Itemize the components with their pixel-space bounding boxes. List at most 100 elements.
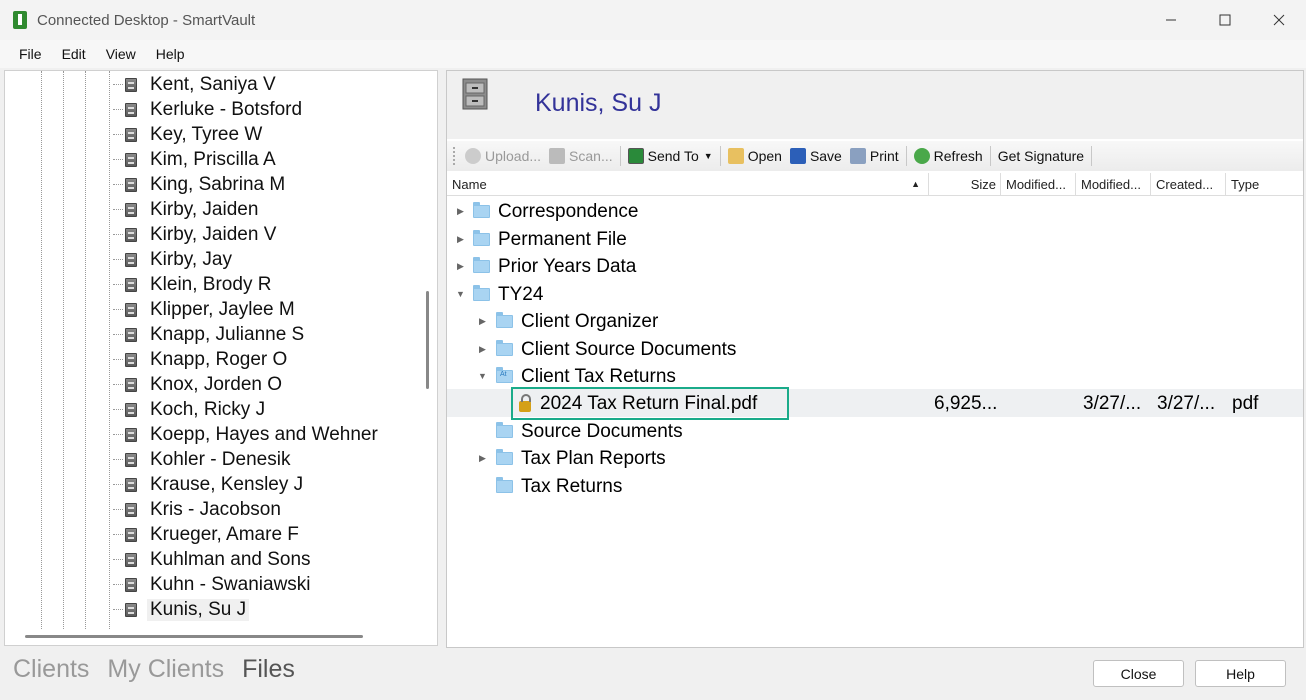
folder-row[interactable]: Correspondence [473, 198, 638, 225]
tree-connector [113, 484, 123, 485]
folder-row[interactable]: Client Source Documents [496, 336, 736, 363]
tree-item-client[interactable]: Krause, Kensley J [113, 472, 306, 497]
open-button[interactable]: Open [724, 148, 786, 164]
get-signature-button[interactable]: Get Signature [994, 148, 1088, 164]
file-cabinet-icon [125, 127, 137, 142]
tree-connector [113, 609, 123, 610]
window-title: Connected Desktop - SmartVault [37, 11, 256, 29]
tree-item-client[interactable]: Koch, Ricky J [113, 397, 268, 422]
tab-clients[interactable]: Clients [13, 655, 89, 684]
get-signature-label: Get Signature [997, 148, 1085, 164]
tree-item-client[interactable]: Key, Tyree W [113, 122, 265, 147]
collapse-icon[interactable]: ▼ [478, 371, 487, 381]
print-button[interactable]: Print [846, 148, 903, 164]
expand-icon[interactable]: ▶ [457, 261, 464, 272]
tree-item-client[interactable]: King, Sabrina M [113, 172, 288, 197]
tree-item-client[interactable]: Kris - Jacobson [113, 497, 284, 522]
folder-row[interactable]: Permanent File [473, 226, 627, 253]
folder-row[interactable]: Prior Years Data [473, 253, 636, 280]
tree-item-client[interactable]: Koepp, Hayes and Wehner [113, 422, 381, 447]
client-name-title: Kunis, Su J [535, 89, 662, 117]
tree-item-label: King, Sabrina M [150, 173, 286, 195]
folder-icon [473, 285, 490, 301]
column-type[interactable]: Type [1226, 173, 1303, 196]
tree-item-client[interactable]: Kim, Priscilla A [113, 147, 279, 172]
tree-item-client[interactable]: Klein, Brody R [113, 272, 274, 297]
tree-item-client[interactable]: Kirby, Jaiden [113, 197, 261, 222]
save-button[interactable]: Save [786, 148, 846, 164]
help-button[interactable]: Help [1195, 660, 1286, 687]
tree-item-client[interactable]: Knapp, Roger O [113, 347, 290, 372]
tree-item-label: Knapp, Julianne S [150, 323, 305, 345]
tree-item-client[interactable]: Kerluke - Botsford [113, 97, 305, 122]
expand-icon[interactable]: ▶ [457, 206, 464, 217]
tree-item-client[interactable]: Kent, Saniya V [113, 72, 279, 97]
tree-item-client[interactable]: Knapp, Julianne S [113, 322, 307, 347]
tree-guide-line [63, 71, 64, 631]
folder-row[interactable]: Client Organizer [496, 308, 658, 335]
expand-icon[interactable]: ▶ [479, 316, 486, 327]
file-cabinet-icon [125, 402, 137, 417]
save-label: Save [809, 148, 842, 164]
menu-file[interactable]: File [10, 46, 51, 62]
menu-view[interactable]: View [97, 46, 145, 62]
scan-button[interactable]: Scan... [545, 148, 617, 164]
column-created[interactable]: Created... [1151, 173, 1226, 196]
tree-vertical-scrollbar[interactable] [426, 291, 429, 389]
column-modified-2[interactable]: Modified... [1076, 173, 1151, 196]
folder-row[interactable]: Client Tax Returns [496, 363, 676, 390]
folder-icon [496, 422, 513, 438]
column-size[interactable]: Size [929, 173, 1001, 196]
close-button[interactable]: Close [1093, 660, 1184, 687]
menu-edit[interactable]: Edit [53, 46, 95, 62]
tree-item-label: Krueger, Amare F [150, 523, 299, 545]
tree-item-client[interactable]: Kohler - Denesik [113, 447, 293, 472]
tree-connector [113, 334, 123, 335]
file-cabinet-icon [125, 327, 137, 342]
folder-label: Permanent File [498, 228, 627, 250]
file-row-pdf[interactable]: 2024 Tax Return Final.pdf [519, 390, 757, 417]
collapse-icon[interactable]: ▼ [456, 289, 465, 299]
folder-row[interactable]: Source Documents [496, 418, 683, 445]
expand-icon[interactable]: ▶ [479, 453, 486, 464]
tab-files[interactable]: Files [242, 655, 295, 684]
tab-my-clients[interactable]: My Clients [107, 655, 224, 684]
tree-item-client[interactable]: Klipper, Jaylee M [113, 297, 298, 322]
close-window-button[interactable] [1252, 0, 1306, 40]
tree-item-client[interactable]: Kunis, Su J [113, 597, 250, 622]
menu-help[interactable]: Help [147, 46, 194, 62]
folder-icon [496, 449, 513, 465]
tree-item-label: Kuhn - Swaniawski [150, 573, 311, 595]
send-to-button[interactable]: Send To ▼ [624, 148, 717, 164]
toolbar-grip [453, 147, 455, 165]
tree-item-label: Krause, Kensley J [150, 473, 304, 495]
tree-item-client[interactable]: Knox, Jorden O [113, 372, 285, 397]
tree-item-client[interactable]: Kuhn - Swaniawski [113, 572, 314, 597]
tree-item-label: Kirby, Jaiden V [150, 223, 277, 245]
folder-label: Source Documents [521, 420, 683, 442]
expand-icon[interactable]: ▶ [457, 234, 464, 245]
tree-horizontal-scrollbar[interactable] [25, 635, 363, 638]
tree-item-label: Kuhlman and Sons [150, 548, 311, 570]
folder-icon [473, 230, 490, 246]
refresh-button[interactable]: Refresh [910, 148, 987, 164]
folder-row[interactable]: TY24 [473, 281, 543, 308]
expand-icon[interactable]: ▶ [479, 344, 486, 355]
column-type-label: Type [1231, 177, 1260, 192]
upload-button[interactable]: Upload... [461, 148, 545, 164]
minimize-button[interactable] [1144, 0, 1198, 40]
tree-item-client[interactable]: Krueger, Amare F [113, 522, 302, 547]
tree-item-client[interactable]: Kirby, Jaiden V [113, 222, 279, 247]
tree-connector [113, 159, 123, 160]
column-modified-1[interactable]: Modified... [1001, 173, 1076, 196]
folder-row[interactable]: Tax Returns [496, 473, 622, 500]
column-name[interactable]: Name ▲ [447, 173, 929, 196]
tree-horizontal-scroll-area [5, 629, 437, 645]
maximize-button[interactable] [1198, 0, 1252, 40]
file-cabinet-icon [125, 377, 137, 392]
tree-item-client[interactable]: Kuhlman and Sons [113, 547, 314, 572]
tree-item-client[interactable]: Kirby, Jay [113, 247, 235, 272]
column-created-label: Created... [1156, 177, 1214, 192]
folder-label: Tax Plan Reports [521, 447, 666, 469]
folder-row[interactable]: Tax Plan Reports [496, 445, 666, 472]
